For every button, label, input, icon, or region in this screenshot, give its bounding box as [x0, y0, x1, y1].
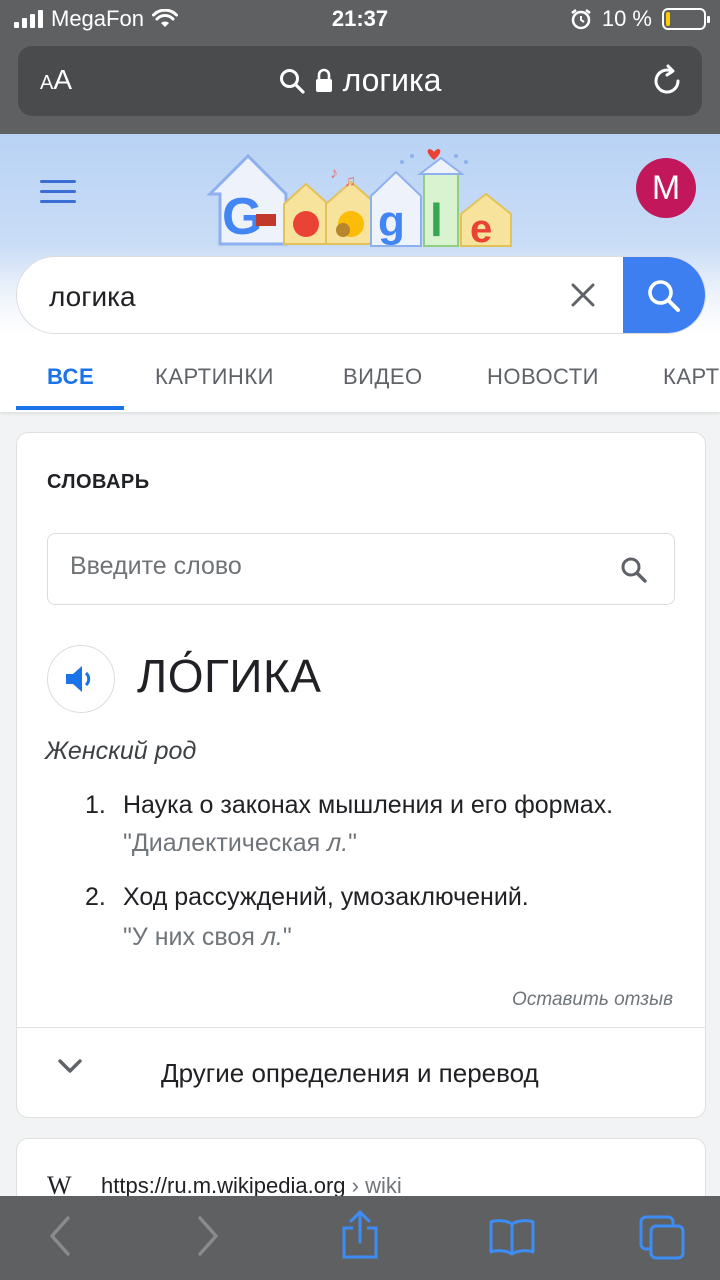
search-input[interactable]: логика — [49, 281, 136, 313]
definition-example: "Диалектическая л." — [123, 829, 358, 857]
tab-maps[interactable]: КАРТ — [663, 364, 720, 390]
address-bar[interactable]: AA логика — [18, 46, 702, 116]
account-avatar[interactable]: M — [636, 158, 696, 218]
svg-text:g: g — [378, 197, 405, 246]
reload-icon[interactable] — [650, 64, 684, 98]
definition-example: "У них своя л." — [123, 923, 292, 951]
svg-text:♪: ♪ — [330, 165, 338, 182]
tabs-icon[interactable] — [638, 1214, 686, 1260]
clear-icon[interactable] — [571, 283, 595, 307]
more-definitions-label: Другие определения и перевод — [161, 1058, 539, 1088]
forward-icon[interactable] — [194, 1214, 222, 1258]
definition-number: 1. — [85, 791, 106, 819]
dictionary-search-box[interactable] — [47, 533, 675, 605]
headword: ЛО́ГИКА — [137, 650, 322, 702]
alarm-icon — [571, 9, 591, 30]
tab-all[interactable]: ВСЕ — [47, 364, 94, 390]
more-definitions-button[interactable]: Другие определения и перевод — [17, 1028, 705, 1118]
lock-icon — [315, 68, 332, 92]
dictionary-card: СЛОВАРЬ ЛО́ГИКА Женский род 1. Наука о з… — [16, 432, 706, 1118]
dictionary-word-input[interactable] — [70, 552, 590, 581]
search-icon — [648, 280, 680, 312]
search-icon[interactable] — [620, 556, 648, 584]
browser-toolbar — [0, 1196, 720, 1280]
part-of-speech: Женский род — [45, 737, 197, 765]
pronunciation-button[interactable] — [47, 645, 115, 713]
google-search-box[interactable]: логика — [16, 256, 706, 334]
feedback-link[interactable]: Оставить отзыв — [512, 989, 673, 1011]
definition-number: 2. — [85, 883, 106, 911]
tab-video[interactable]: ВИДЕО — [343, 364, 423, 390]
status-right: 10 % — [570, 6, 710, 32]
google-doodle-logo[interactable]: G g l e ♪ ♫ — [206, 144, 516, 254]
bookmarks-icon[interactable] — [488, 1218, 536, 1256]
definition-text: Наука о законах мышления и его формах. — [123, 791, 614, 819]
search-tabs: ВСЕ КАРТИНКИ ВИДЕО НОВОСТИ КАРТ — [0, 334, 720, 412]
chevron-down-icon — [58, 1059, 82, 1073]
svg-text:e: e — [470, 207, 492, 251]
svg-text:l: l — [430, 194, 443, 246]
battery-level — [666, 12, 670, 26]
speaker-icon — [66, 666, 91, 692]
battery-percent: 10 % — [601, 6, 652, 31]
definition-text: Ход рассуждений, умозаключений. — [123, 883, 529, 911]
url-text: логика — [342, 62, 442, 98]
search-icon — [279, 68, 305, 94]
dictionary-title: СЛОВАРЬ — [47, 471, 150, 493]
google-header: G g l e ♪ ♫ M логика — [0, 134, 720, 334]
tab-images[interactable]: КАРТИНКИ — [155, 364, 274, 390]
active-tab-indicator — [16, 406, 124, 410]
search-button[interactable] — [623, 257, 705, 333]
browser-top-chrome: MegaFon 21:37 10 % AA логика — [0, 0, 720, 134]
menu-icon[interactable] — [40, 180, 76, 210]
status-bar: MegaFon 21:37 10 % — [0, 0, 720, 40]
address-field[interactable]: логика — [18, 62, 702, 99]
svg-text:♫: ♫ — [344, 173, 356, 190]
share-icon[interactable] — [340, 1210, 380, 1260]
back-icon[interactable] — [46, 1214, 74, 1258]
tab-news[interactable]: НОВОСТИ — [487, 364, 599, 390]
battery-icon — [662, 8, 710, 30]
